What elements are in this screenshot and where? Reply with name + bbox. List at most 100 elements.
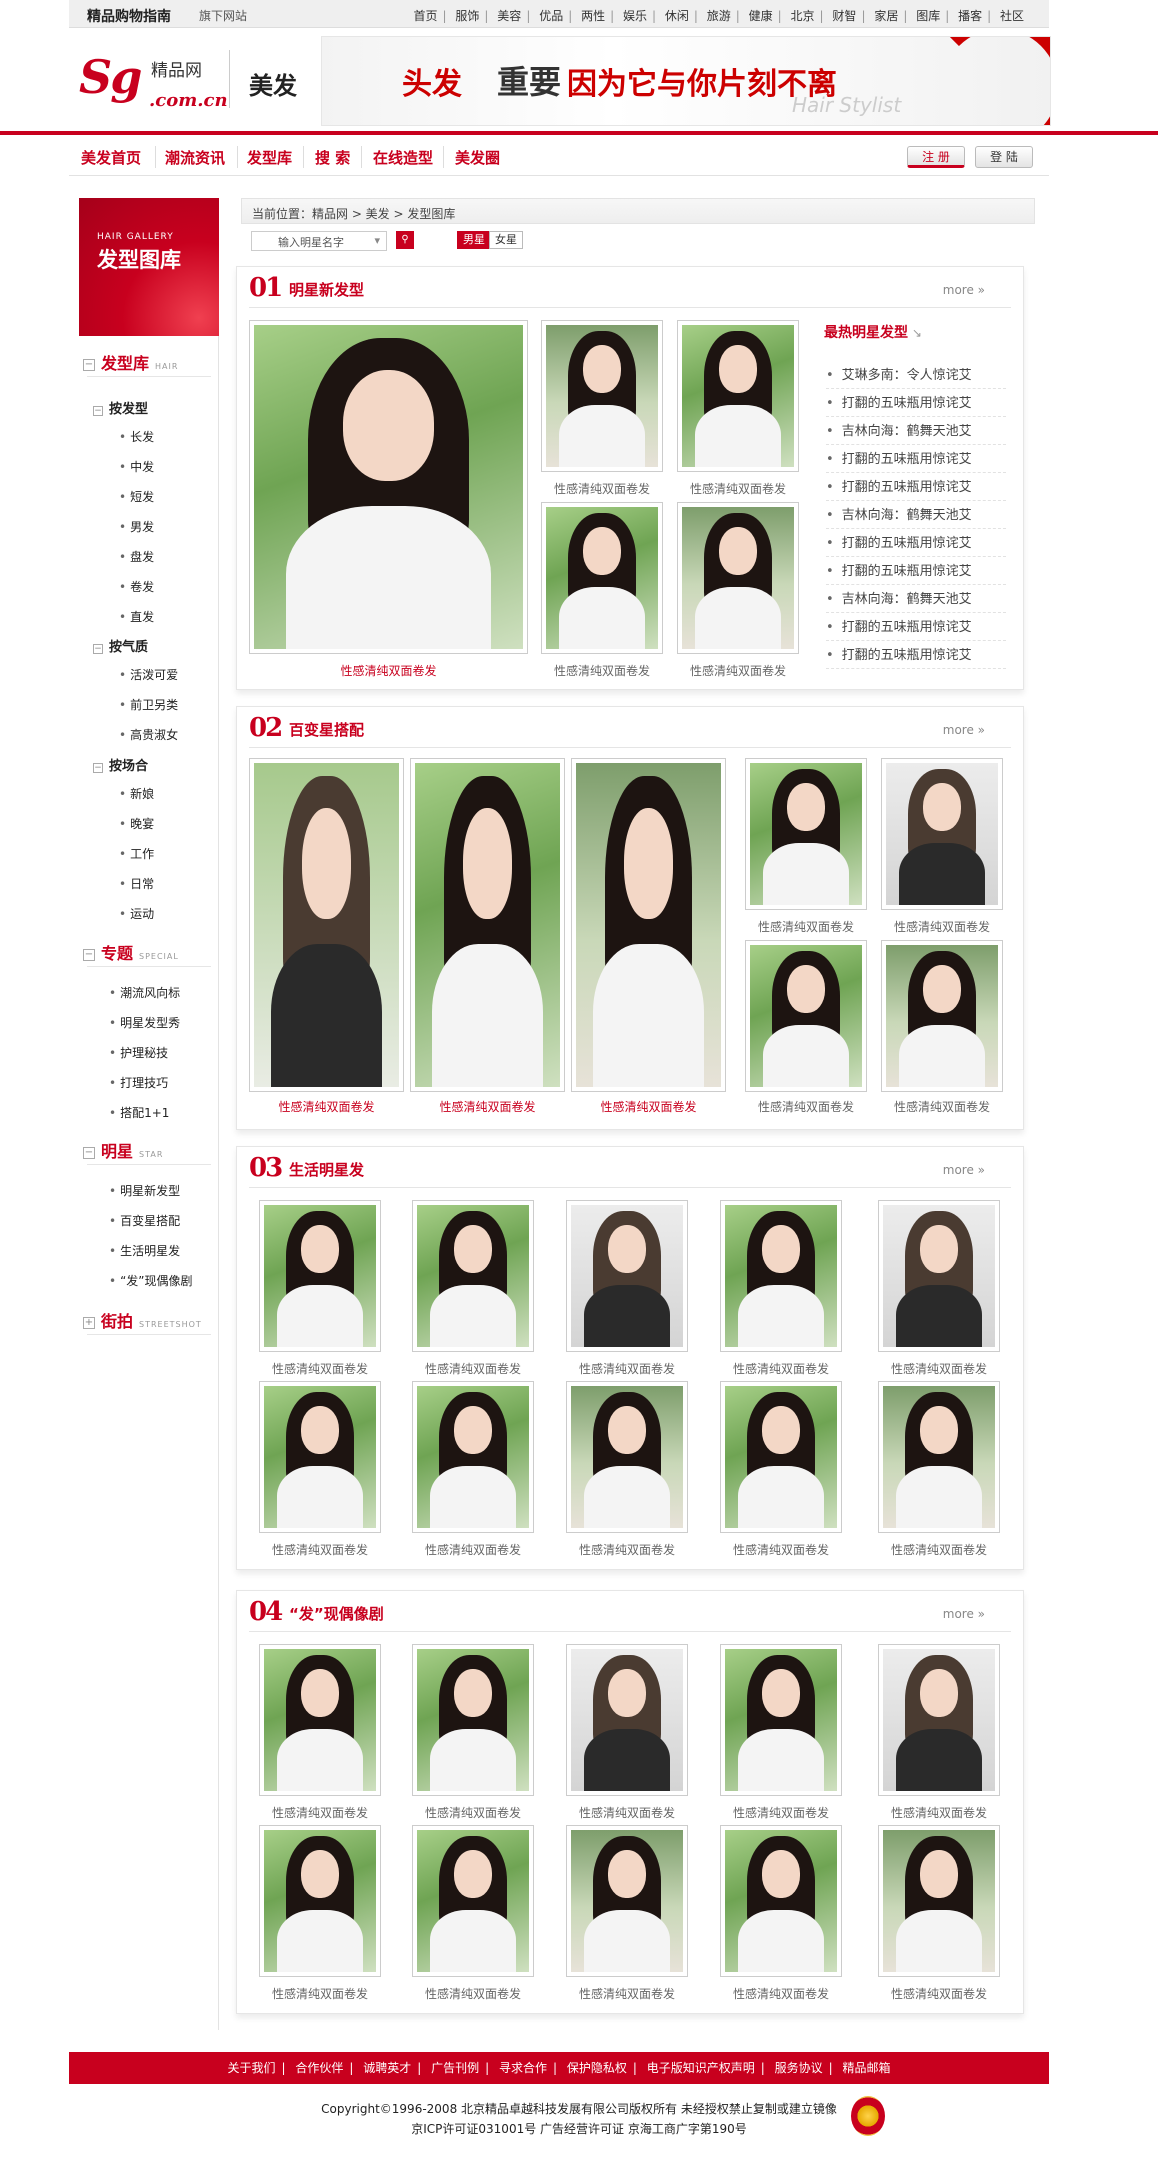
sidebar-item[interactable]: 高贵淑女	[119, 726, 178, 743]
nav-search[interactable]: 搜 索	[315, 147, 350, 168]
sidebar-item[interactable]: 工作	[119, 845, 154, 862]
photo-caption[interactable]: 性感清纯双面卷发	[566, 1541, 688, 1558]
sister-sites-label[interactable]: 旗下网站	[199, 7, 247, 24]
collapse-icon[interactable]: −	[83, 358, 95, 371]
thumb-photo[interactable]	[412, 1200, 534, 1352]
photo-caption[interactable]: 性感清纯双面卷发	[745, 1098, 867, 1115]
hot-list-item[interactable]: 吉林向海：鹤舞天池艾	[826, 588, 1006, 613]
filter-male-stars[interactable]: 男星	[457, 231, 491, 249]
thumb-photo[interactable]	[720, 1825, 842, 1977]
photo-caption[interactable]: 性感清纯双面卷发	[566, 1360, 688, 1377]
thumb-photo[interactable]	[412, 1644, 534, 1796]
collapse-icon[interactable]: −	[83, 1146, 95, 1159]
thumb-photo[interactable]	[720, 1644, 842, 1796]
hot-list-item[interactable]: 打翻的五味瓶用惊诧艾	[826, 476, 1006, 501]
site-logo-text[interactable]: 精品购物指南	[87, 6, 171, 26]
photo-caption[interactable]: 性感清纯双面卷发	[677, 662, 799, 679]
photo-caption[interactable]: 性感清纯双面卷发	[881, 1098, 1003, 1115]
photo-caption[interactable]: 性感清纯双面卷发	[410, 1098, 565, 1115]
photo-caption[interactable]: 性感清纯双面卷发	[412, 1804, 534, 1821]
top-nav-item[interactable]: 两性	[576, 9, 610, 23]
top-nav-item[interactable]: 娱乐	[618, 9, 652, 23]
thumb-photo[interactable]	[412, 1381, 534, 1533]
sidebar-item[interactable]: 前卫另类	[119, 696, 178, 713]
photo-caption[interactable]: 性感清纯双面卷发	[249, 662, 528, 679]
sidebar-item[interactable]: 百变星搭配	[109, 1212, 180, 1229]
footer-link[interactable]: 合作伙伴	[289, 2061, 349, 2075]
top-nav-item[interactable]: 财智	[827, 9, 861, 23]
collapse-icon[interactable]: −	[93, 644, 103, 654]
sidebar-item[interactable]: 生活明星发	[109, 1242, 180, 1259]
thumb-photo[interactable]	[566, 1644, 688, 1796]
photo-caption[interactable]: 性感清纯双面卷发	[566, 1985, 688, 2002]
thumb-photo[interactable]	[566, 1200, 688, 1352]
hot-list-title[interactable]: 最热明星发型	[824, 322, 922, 342]
hot-list-item[interactable]: 吉林向海：鹤舞天池艾	[826, 504, 1006, 529]
sidebar-item[interactable]: 搭配1+1	[109, 1104, 169, 1121]
thumb-photo[interactable]	[566, 1825, 688, 1977]
footer-link[interactable]: 服务协议	[769, 2061, 829, 2075]
photo-caption[interactable]: 性感清纯双面卷发	[412, 1360, 534, 1377]
nav-library[interactable]: 发型库	[247, 147, 292, 168]
hot-list-item[interactable]: 艾琳多南：令人惊诧艾	[826, 364, 1006, 389]
footer-link[interactable]: 电子版知识产权声明	[641, 2061, 761, 2075]
photo-caption[interactable]: 性感清纯双面卷发	[878, 1541, 1000, 1558]
tall-photo[interactable]	[410, 758, 565, 1092]
expand-icon[interactable]: +	[83, 1316, 95, 1329]
top-nav-item[interactable]: 社区	[995, 9, 1029, 23]
sidebar-item[interactable]: 中发	[119, 458, 154, 475]
photo-caption[interactable]: 性感清纯双面卷发	[249, 1098, 404, 1115]
top-nav-item[interactable]: 服饰	[450, 9, 484, 23]
sidebar-item[interactable]: 活泼可爱	[119, 666, 178, 683]
hot-list-item[interactable]: 打翻的五味瓶用惊诧艾	[826, 560, 1006, 585]
thumb-photo[interactable]	[881, 940, 1003, 1092]
thumb-photo[interactable]	[745, 940, 867, 1092]
top-nav-item[interactable]: 健康	[744, 9, 778, 23]
sidebar-item[interactable]: 短发	[119, 488, 154, 505]
footer-link[interactable]: 诚聘英才	[357, 2061, 417, 2075]
photo-caption[interactable]: 性感清纯双面卷发	[541, 662, 663, 679]
photo-caption[interactable]: 性感清纯双面卷发	[878, 1985, 1000, 2002]
top-nav-item[interactable]: 图库	[911, 9, 945, 23]
footer-link[interactable]: 寻求合作	[493, 2061, 553, 2075]
group-by-temperament[interactable]: − 按气质	[93, 636, 148, 655]
photo-caption[interactable]: 性感清纯双面卷发	[259, 1804, 381, 1821]
top-nav-item[interactable]: 家居	[869, 9, 903, 23]
more-link[interactable]: more »	[943, 1163, 985, 1177]
thumb-photo[interactable]	[881, 758, 1003, 910]
thumb-photo[interactable]	[259, 1381, 381, 1533]
sidebar-item[interactable]: “发”现偶像剧	[109, 1272, 192, 1289]
thumb-photo[interactable]	[720, 1200, 842, 1352]
thumb-photo[interactable]	[878, 1644, 1000, 1796]
sidebar-item[interactable]: 男发	[119, 518, 154, 535]
nav-home[interactable]: 美发首页	[81, 147, 141, 168]
top-nav-item[interactable]: 北京	[786, 9, 820, 23]
thumb-photo[interactable]	[677, 320, 799, 472]
thumb-photo[interactable]	[566, 1381, 688, 1533]
thumb-photo[interactable]	[878, 1200, 1000, 1352]
nav-news[interactable]: 潮流资讯	[165, 147, 225, 168]
hot-list-item[interactable]: 打翻的五味瓶用惊诧艾	[826, 644, 1006, 669]
hot-list-item[interactable]: 打翻的五味瓶用惊诧艾	[826, 532, 1006, 557]
photo-caption[interactable]: 性感清纯双面卷发	[881, 918, 1003, 935]
login-button[interactable]: 登 陆	[975, 146, 1033, 168]
sidebar-item[interactable]: 盘发	[119, 548, 154, 565]
thumb-photo[interactable]	[878, 1381, 1000, 1533]
photo-caption[interactable]: 性感清纯双面卷发	[541, 480, 663, 497]
more-link[interactable]: more »	[943, 1607, 985, 1621]
logo-mark[interactable]: Sg	[79, 50, 142, 104]
thumb-photo[interactable]	[720, 1381, 842, 1533]
footer-link[interactable]: 保护隐私权	[561, 2061, 633, 2075]
sidebar-item[interactable]: 护理秘技	[109, 1044, 168, 1061]
more-link[interactable]: more »	[943, 723, 985, 737]
photo-caption[interactable]: 性感清纯双面卷发	[720, 1360, 842, 1377]
hot-list-item[interactable]: 打翻的五味瓶用惊诧艾	[826, 448, 1006, 473]
photo-caption[interactable]: 性感清纯双面卷发	[720, 1985, 842, 2002]
top-nav-item[interactable]: 旅游	[702, 9, 736, 23]
hot-list-item[interactable]: 打翻的五味瓶用惊诧艾	[826, 392, 1006, 417]
top-nav-item[interactable]: 播客	[953, 9, 987, 23]
star-name-select[interactable]: 输入明星名字	[251, 231, 387, 251]
collapse-icon[interactable]: −	[83, 948, 95, 961]
sidebar-item[interactable]: 新娘	[119, 785, 154, 802]
footer-link[interactable]: 精品邮箱	[836, 2061, 896, 2075]
